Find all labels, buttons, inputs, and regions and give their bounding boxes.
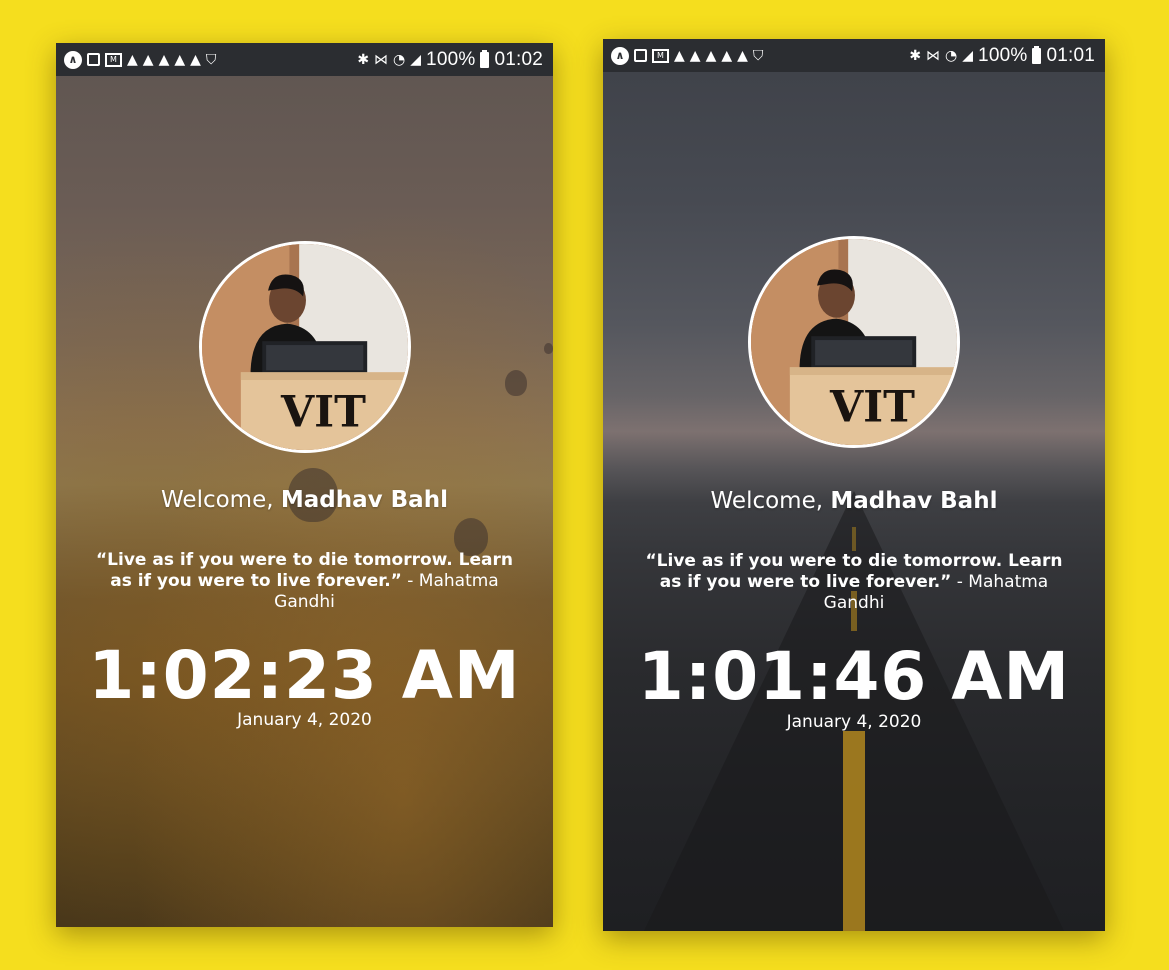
profile-avatar: VIT [198,241,411,453]
status-time: 01:01 [1046,44,1095,66]
quote-block: “Live as if you were to die tomorrow. Le… [603,551,1105,614]
vit-sign-text: VIT [279,388,365,438]
notification-icons: ∧ M ▲ ▲ ▲ ▲ ▲ ⛉ [64,50,217,69]
warning-icon: ▲ [689,47,701,64]
signal-icon: ◢ [410,51,422,68]
warning-icon: ▲ [705,47,717,64]
balloon-shape [505,370,527,396]
warning-icon: ▲ [721,47,733,64]
warning-icon: ▲ [737,47,748,64]
system-icons: ✱ ⋈ ◔ ◢ 100% 01:02 [357,49,543,71]
bluetooth-icon: ✱ [909,47,922,64]
wifi-icon: ◔ [393,51,406,68]
wifi-icon: ◔ [945,47,958,64]
battery-icon [1032,45,1042,64]
date-block: January 4, 2020 [56,710,553,730]
background-image-valley [56,43,553,927]
road-center-line [843,731,865,931]
balloon-shape [544,343,553,354]
phone-screen-left: ∧ M ▲ ▲ ▲ ▲ ▲ ⛉ ✱ ⋈ ◔ ◢ 100% 01:02 VIT W… [56,43,553,927]
clock-block: 1:02:23 AM [56,643,553,709]
clock-time: 1:01:46 AM [637,638,1071,715]
user-name: Madhav Bahl [280,487,448,513]
gmail-icon: M [105,52,122,67]
current-date: January 4, 2020 [237,710,372,730]
warning-icon: ▲ [127,51,138,68]
profile-avatar: VIT [748,236,960,448]
background-image-road [603,39,1105,931]
image-icon [87,53,100,66]
welcome-line: Welcome, Madhav Bahl [56,487,553,513]
greeting-prefix: Welcome, [161,487,274,513]
app-icon: ∧ [64,50,82,69]
system-icons: ✱ ⋈ ◔ ◢ 100% 01:01 [909,45,1095,67]
warning-icon: ▲ [174,51,186,68]
avatar-photo: VIT [201,244,408,450]
phone-screen-right: ∧ M ▲ ▲ ▲ ▲ ▲ ⛉ ✱ ⋈ ◔ ◢ 100% 01:01 VIT W… [603,39,1105,931]
status-bar: ∧ M ▲ ▲ ▲ ▲ ▲ ⛉ ✱ ⋈ ◔ ◢ 100% 01:02 [56,43,553,76]
warning-icon: ▲ [158,51,170,68]
clock-time: 1:02:23 AM [88,637,521,714]
warning-icon: ▲ [674,47,685,64]
clock-block: 1:01:46 AM [603,644,1105,710]
notification-icons: ∧ M ▲ ▲ ▲ ▲ ▲ ⛉ [611,46,764,65]
warning-icon: ▲ [190,51,201,68]
date-block: January 4, 2020 [603,712,1105,732]
status-bar: ∧ M ▲ ▲ ▲ ▲ ▲ ⛉ ✱ ⋈ ◔ ◢ 100% 01:01 [603,39,1105,72]
vibrate-icon: ⋈ [374,51,389,68]
welcome-line: Welcome, Madhav Bahl [603,488,1105,514]
warning-icon: ▲ [142,51,154,68]
bluetooth-icon: ✱ [357,51,370,68]
signal-icon: ◢ [962,47,974,64]
battery-percent: 100% [426,48,476,70]
shield-icon: ⛉ [752,47,764,64]
greeting-prefix: Welcome, [710,488,824,514]
status-time: 01:02 [494,48,543,70]
quote-block: “Live as if you were to die tomorrow. Le… [56,550,553,613]
battery-percent: 100% [978,44,1028,66]
shield-icon: ⛉ [205,51,217,68]
app-icon: ∧ [611,46,629,65]
gmail-icon: M [652,48,669,63]
road-dash [852,527,856,551]
vit-sign-text: VIT [829,383,915,433]
battery-icon [480,49,490,68]
image-icon [634,49,647,62]
avatar-photo: VIT [751,239,957,445]
user-name: Madhav Bahl [830,488,998,514]
vibrate-icon: ⋈ [926,47,941,64]
current-date: January 4, 2020 [786,712,922,732]
